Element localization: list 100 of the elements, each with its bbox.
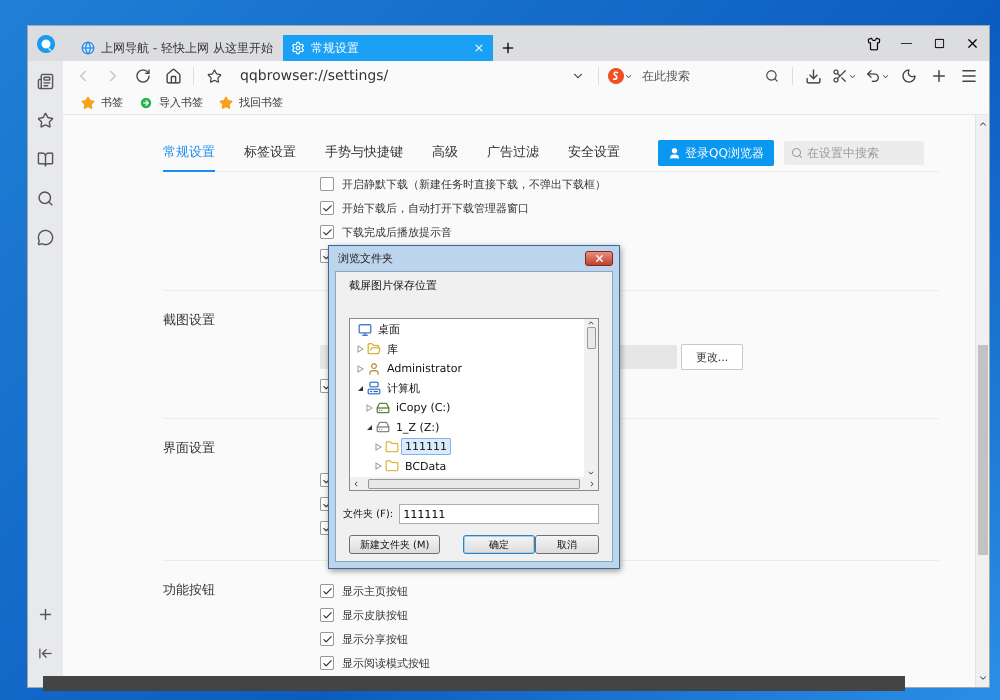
- download-icon: [804, 68, 822, 84]
- folder-icon: [367, 342, 381, 356]
- computer-icon: [367, 381, 381, 396]
- folder-field[interactable]: 111111: [399, 504, 599, 524]
- user-icon: [668, 146, 681, 160]
- star-icon: [37, 112, 54, 129]
- search-field[interactable]: 在此搜索: [642, 68, 756, 84]
- checkbox-label: 显示阅读模式按钮: [342, 656, 430, 670]
- moon-icon: [901, 68, 917, 84]
- monitor-icon: [358, 322, 372, 337]
- vertical-scrollbar[interactable]: [584, 319, 598, 477]
- checkbox[interactable]: [320, 177, 334, 191]
- checkbox-label: 下载完成后播放提示音: [342, 224, 452, 240]
- address-bar[interactable]: qqbrowser://settings/: [240, 68, 562, 84]
- check-icon: [322, 202, 332, 214]
- checkbox[interactable]: [320, 656, 334, 670]
- shirt-icon: [866, 36, 880, 50]
- plus-icon: [930, 67, 948, 85]
- settings-tab[interactable]: 广告过滤: [487, 134, 539, 172]
- change-button[interactable]: 更改...: [681, 344, 743, 370]
- checkbox-label: 显示皮肤按钮: [342, 608, 408, 622]
- checkbox-label: 显示主页按钮: [342, 584, 408, 598]
- tree-item[interactable]: Administrator: [383, 360, 466, 378]
- dialog-prompt: 截屏图片保存位置: [349, 278, 438, 294]
- checkbox-label: 开启静默下载（新建任务时直接下载，不弹出下载框）: [342, 176, 606, 192]
- bookmark-item[interactable]: 找回书签: [213, 95, 289, 110]
- dialog-button[interactable]: 确定: [463, 535, 535, 554]
- scissors-icon: [832, 68, 848, 84]
- checkbox-label: 显示分享按钮: [342, 632, 408, 646]
- plus-icon: [500, 40, 516, 56]
- star-icon: [219, 96, 233, 110]
- check-icon: [322, 658, 332, 668]
- check-icon: [322, 610, 332, 620]
- section-title: 截图设置: [163, 313, 215, 328]
- check-icon: [322, 226, 332, 238]
- search-engine-icon: [608, 68, 624, 84]
- section-title: 功能按钮: [163, 583, 215, 598]
- tree-item[interactable]: 111111: [401, 438, 451, 456]
- folder-label: 文件夹 (F):: [343, 508, 394, 521]
- scroll-thumb[interactable]: [368, 478, 580, 488]
- settings-tab[interactable]: 手势与快捷键: [325, 134, 403, 172]
- settings-tab[interactable]: 标签设置: [244, 134, 296, 172]
- checkbox[interactable]: [320, 225, 334, 239]
- menu-icon: [960, 67, 978, 85]
- check-icon: [322, 634, 332, 644]
- expander-icon[interactable]: [366, 423, 374, 432]
- book-icon: [37, 151, 54, 168]
- browser-tab[interactable]: 上网导航 - 轻快上网 从这里开始: [73, 35, 283, 61]
- bookmark-item[interactable]: 书签: [75, 95, 129, 110]
- checkbox[interactable]: [320, 201, 334, 215]
- horizontal-scrollbar[interactable]: [350, 477, 598, 490]
- bookmark-item[interactable]: 导入书签: [133, 95, 209, 110]
- checkbox[interactable]: [320, 632, 334, 646]
- close-button[interactable]: [585, 251, 613, 266]
- minimize-icon: [901, 42, 912, 44]
- newspaper-icon: [37, 73, 54, 90]
- maximize-icon: [934, 38, 945, 49]
- reload-icon: [135, 68, 151, 84]
- checkbox[interactable]: [320, 608, 334, 622]
- check-icon: [322, 586, 332, 596]
- settings-tab[interactable]: 高级: [432, 134, 458, 172]
- tree-item[interactable]: 库: [383, 340, 402, 359]
- gear-icon: [291, 41, 305, 55]
- dialog-button[interactable]: 新建文件夹 (M): [349, 535, 440, 554]
- tree-item[interactable]: 桌面: [374, 320, 404, 340]
- search-icon: [765, 69, 779, 83]
- search-icon: [37, 190, 54, 207]
- expander-icon[interactable]: [357, 384, 365, 392]
- tree-item[interactable]: 1_Z (Z:): [392, 418, 444, 436]
- scroll-thumb[interactable]: [978, 345, 988, 555]
- close-icon: [473, 42, 485, 54]
- checkbox-label: 开始下载后，自动打开下载管理器窗口: [342, 200, 529, 216]
- settings-tab[interactable]: 安全设置: [568, 134, 620, 172]
- settings-search-field[interactable]: 在设置中搜索: [784, 141, 924, 165]
- browser-logo: [36, 34, 56, 54]
- checkbox[interactable]: [320, 584, 334, 598]
- globe-icon: [81, 41, 95, 55]
- star-icon: [206, 68, 222, 84]
- tree-item[interactable]: iCopy (C:): [392, 399, 454, 416]
- star-icon: [81, 96, 95, 110]
- tree-item[interactable]: 计算机: [383, 378, 424, 398]
- dialog-button[interactable]: 取消: [534, 535, 599, 554]
- undo-icon: [865, 68, 881, 84]
- close-icon: [594, 253, 604, 264]
- plus-icon: [37, 606, 54, 623]
- user-icon: [367, 362, 381, 376]
- section-title: 界面设置: [163, 441, 215, 456]
- search-icon: [790, 147, 803, 159]
- dialog-title: 浏览文件夹: [338, 251, 394, 266]
- chat-icon: [37, 229, 54, 246]
- tree-item[interactable]: BCData: [401, 458, 450, 475]
- drive-icon: [376, 400, 390, 415]
- scrollbar[interactable]: [975, 115, 989, 687]
- folder-tree[interactable]: 桌面 库 Administrator 计算机 iCopy (C:) 1_Z (Z:) 111111 BCData: [349, 318, 599, 491]
- folder-icon: [385, 459, 399, 474]
- scroll-thumb[interactable]: [586, 327, 596, 349]
- folder-icon: [385, 440, 399, 454]
- close-icon: [965, 36, 980, 51]
- home-icon: [164, 68, 182, 84]
- collapse-icon: [38, 646, 53, 661]
